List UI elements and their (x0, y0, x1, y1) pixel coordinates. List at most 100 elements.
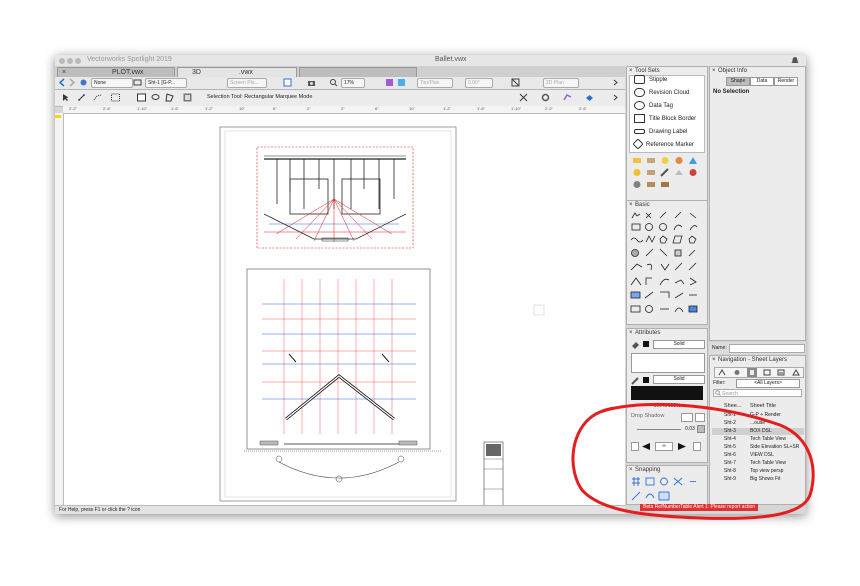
snapping-buttons[interactable] (630, 476, 706, 504)
sheet-row[interactable]: Sht-2 ...ouse (724, 420, 804, 427)
sheet-icon[interactable] (283, 78, 292, 87)
references-icon[interactable] (792, 369, 800, 376)
drawing-canvas[interactable] (64, 114, 625, 514)
arrowhead-left-icon[interactable] (641, 442, 651, 451)
beta-alert-banner[interactable]: Beta RefNumberTable Alert 1: Please repo… (640, 504, 759, 511)
fill-style-dropdown[interactable]: Solid (653, 340, 705, 349)
tool-data-tag[interactable]: Data Tag (634, 101, 673, 111)
title-block[interactable] (483, 441, 504, 514)
basic-tools-grid[interactable] (629, 210, 707, 322)
tab-3d[interactable]: 3D .vwx (177, 67, 297, 77)
close-panel-icon[interactable]: × (629, 466, 633, 474)
minimize-window-button[interactable] (67, 58, 73, 64)
projection-dropdown[interactable]: 2D Plan (543, 78, 579, 88)
class-dropdown[interactable]: None (91, 78, 133, 88)
sheet-row[interactable]: Sht-5 Side Elevation SL+SR (724, 444, 804, 451)
spotlight-icon[interactable] (631, 167, 643, 178)
arrowhead-right-icon[interactable] (677, 442, 687, 451)
shape-icon[interactable] (673, 167, 685, 178)
classes-icon[interactable] (718, 369, 726, 376)
saved-views-icon[interactable] (777, 369, 785, 376)
close-panel-icon[interactable]: × (629, 201, 633, 209)
sheet-layers-icon[interactable] (747, 368, 757, 377)
sheet-row[interactable]: Sht-1 G-P + Render (724, 412, 804, 419)
canvas-handle[interactable] (533, 304, 545, 316)
col-sheet-header[interactable]: Shee... (724, 403, 741, 409)
color-icon[interactable] (687, 155, 699, 166)
fill-color-swatch[interactable] (643, 341, 649, 347)
tab-data[interactable]: Data (750, 77, 774, 86)
site-icon[interactable] (673, 155, 685, 166)
tool-stipple[interactable]: Stipple (634, 75, 667, 85)
camera-icon[interactable] (307, 78, 316, 87)
zoom-icon[interactable] (329, 78, 338, 87)
line-weight-value[interactable]: 0.03 (685, 426, 695, 432)
drop-shadow-toggle[interactable] (681, 413, 693, 422)
close-panel-icon[interactable]: × (629, 67, 633, 75)
arrowhead-start-dropdown[interactable] (631, 442, 639, 451)
attribute-mapping-icon[interactable] (563, 93, 572, 102)
tool-reference-marker[interactable]: Reference Marker (632, 138, 694, 151)
alert-bell-icon[interactable] (790, 56, 800, 65)
col-title-header[interactable]: Sheet Title (750, 403, 776, 409)
class-icon[interactable] (79, 78, 88, 87)
settings-grid-icon[interactable] (183, 93, 192, 102)
detailing-icon[interactable] (631, 179, 643, 190)
visualize-icon[interactable] (687, 167, 699, 178)
layer-icon[interactable] (133, 78, 142, 87)
transform-mode-icon[interactable] (77, 93, 86, 102)
pen-style-dropdown[interactable]: Solid (653, 375, 705, 384)
filter-dropdown[interactable]: <All Layers> (736, 379, 800, 388)
selection-arrow-icon[interactable] (61, 93, 70, 102)
close-window-button[interactable] (59, 58, 65, 64)
layer-visibility-icon[interactable] (585, 93, 594, 102)
close-panel-icon[interactable]: × (712, 356, 716, 364)
fill-bucket-icon[interactable] (631, 341, 640, 350)
pen-icon[interactable] (631, 376, 640, 385)
tab-third[interactable] (299, 67, 417, 77)
building-shell-icon[interactable] (645, 155, 657, 166)
close-panel-icon[interactable]: × (712, 67, 716, 75)
sheet-row[interactable]: Sht-6 VIEW DSL (724, 452, 804, 459)
search-input[interactable]: Search (713, 389, 802, 397)
furniture-icon[interactable] (645, 167, 657, 178)
tool-drawing-label[interactable]: Drawing Label (634, 127, 687, 137)
arrowhead-end-dropdown[interactable] (693, 442, 701, 451)
view-dropdown[interactable]: Top/Plan (417, 78, 453, 88)
viewports-icon[interactable] (763, 369, 771, 376)
sheet-row[interactable]: Sht-7 Tech Table View (724, 460, 804, 467)
zoom-dropdown[interactable]: 17% (341, 78, 365, 88)
tool-revision-cloud[interactable]: Revision Cloud (634, 88, 689, 98)
opacity-value[interactable]: 100%/100% (631, 403, 703, 409)
line-weight-slider[interactable] (637, 429, 681, 430)
tab-shape[interactable]: Shape (726, 77, 750, 86)
layer-dropdown[interactable]: Sht-1 [G-P... (145, 78, 187, 88)
layers-icon[interactable] (733, 369, 741, 376)
visibility-icon[interactable] (385, 78, 394, 87)
dims-icon[interactable] (631, 155, 643, 166)
reshape-mode-icon[interactable] (93, 93, 102, 102)
fabric-icon[interactable] (645, 179, 657, 190)
close-panel-icon[interactable]: × (629, 329, 633, 337)
tab-plot[interactable]: × PLOT.vwx (57, 67, 175, 77)
arrowhead-link-button[interactable]: ∞ (655, 442, 673, 451)
tab-render[interactable]: Render (774, 77, 798, 86)
name-input[interactable] (729, 344, 805, 353)
gear-icon[interactable] (541, 93, 550, 102)
annotate-icon[interactable] (659, 167, 671, 178)
pen-color-swatch[interactable] (643, 377, 649, 383)
truss-icon[interactable] (659, 179, 671, 190)
drop-shadow-options-button[interactable] (695, 413, 705, 422)
sheet-row[interactable]: Sht-9 Big Shows Fit (724, 476, 804, 483)
screen-plane-dropdown[interactable]: Screen Pla... (227, 78, 267, 88)
chevron-right-icon[interactable] (611, 93, 620, 102)
render-mode-icon[interactable] (511, 78, 520, 87)
multi-select-icon[interactable] (111, 93, 120, 102)
sheet-row[interactable]: Sht-8 Top view persp (724, 468, 804, 475)
back-arrow-icon[interactable] (58, 78, 67, 87)
layer-colors-icon[interactable] (397, 78, 406, 87)
line-weight-stepper[interactable] (697, 425, 705, 433)
tool-title-block-border[interactable]: Title Block Border (634, 114, 696, 124)
rectangular-marquee-icon[interactable] (137, 93, 146, 102)
sheet-row-active[interactable]: Sht-3 BOX DSL (724, 428, 804, 435)
